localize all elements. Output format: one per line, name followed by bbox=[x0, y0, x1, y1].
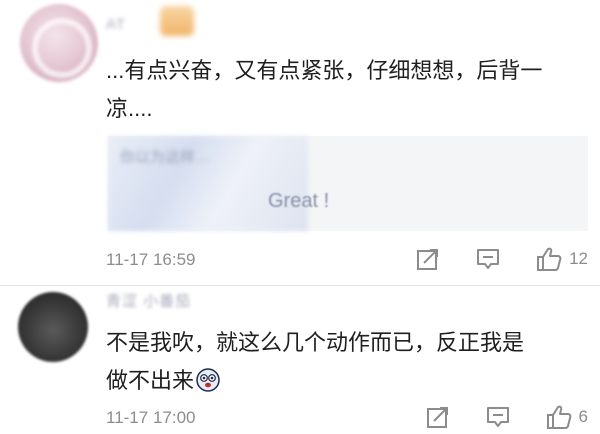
like-button[interactable]: 12 bbox=[535, 245, 588, 273]
comment-actions: 12 bbox=[415, 244, 588, 274]
comment-text: 不是我吹，就这么几个动作而已，反正我是 做不出来 bbox=[106, 324, 586, 400]
reply-icon bbox=[477, 249, 500, 269]
share-button[interactable] bbox=[415, 246, 441, 272]
comment-text: ...有点兴奋，又有点紧张，仔细想想，后背一 凉.... bbox=[106, 52, 586, 128]
comment-username[interactable]: AT bbox=[106, 16, 126, 33]
reply-button[interactable] bbox=[485, 404, 511, 430]
comment-timestamp: 11-17 16:59 bbox=[106, 250, 196, 269]
share-icon bbox=[426, 407, 448, 428]
thumbs-up-icon bbox=[546, 405, 571, 429]
comment-item: AT ...有点兴奋，又有点紧张，仔细想想，后背一 凉.... 你以为这样… G… bbox=[0, 0, 600, 286]
comment-timestamp: 11-17 17:00 bbox=[106, 408, 196, 427]
comment-actions: 6 bbox=[425, 402, 588, 432]
dizzy-face-emoji-icon bbox=[196, 368, 220, 392]
comment-text-fragment: 做不出来 bbox=[106, 368, 195, 393]
quoted-post-subtitle: Great ! bbox=[268, 190, 330, 212]
comment-username[interactable]: 青涩 小番茄 bbox=[106, 290, 191, 311]
comment-text-line-2: 做不出来 bbox=[106, 362, 586, 400]
quoted-post-card[interactable]: 你以为这样… Great ! bbox=[108, 136, 588, 231]
like-count: 12 bbox=[569, 249, 588, 268]
user-badge-icon bbox=[160, 6, 194, 36]
comment-text-line: 凉.... bbox=[106, 96, 153, 121]
avatar[interactable] bbox=[20, 4, 98, 82]
like-count: 6 bbox=[578, 407, 588, 426]
comment-text-line: 不是我吹，就这么几个动作而已，反正我是 bbox=[106, 330, 525, 355]
quoted-post-title: 你以为这样… bbox=[120, 149, 211, 166]
share-button[interactable] bbox=[425, 404, 451, 430]
thumbs-up-icon bbox=[537, 247, 562, 271]
avatar-ring bbox=[32, 18, 92, 78]
like-button[interactable]: 6 bbox=[545, 403, 588, 431]
avatar[interactable] bbox=[18, 292, 88, 362]
comment-item: 青涩 小番茄 不是我吹，就这么几个动作而已，反正我是 做不出来 11-17 17… bbox=[0, 286, 600, 434]
reply-button[interactable] bbox=[475, 246, 501, 272]
comment-text-line: ...有点兴奋，又有点紧张，仔细想想，后背一 bbox=[106, 58, 543, 83]
share-icon bbox=[417, 249, 439, 270]
reply-icon bbox=[486, 407, 509, 427]
